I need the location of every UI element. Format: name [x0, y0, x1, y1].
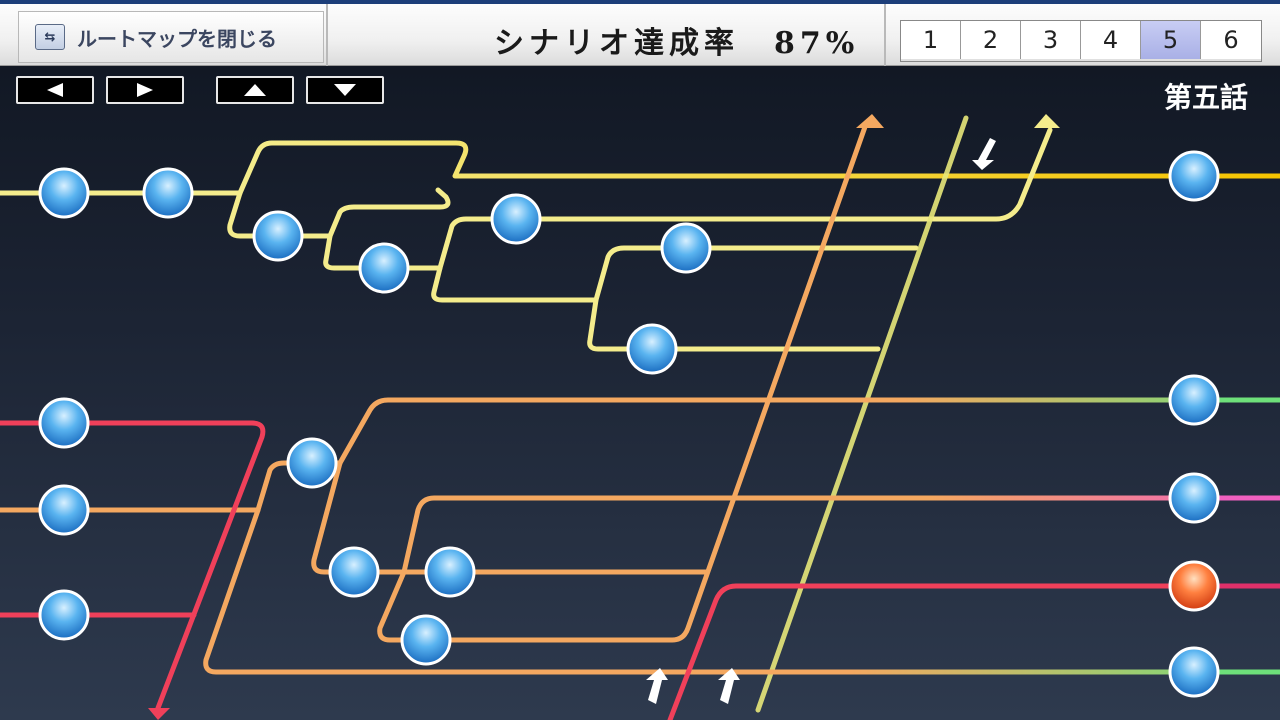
chapter-tab-3[interactable]: 3: [1021, 21, 1081, 59]
chapter-tab-2[interactable]: 2: [961, 21, 1021, 59]
route-node[interactable]: [1168, 374, 1220, 426]
route-node-current[interactable]: [1168, 560, 1220, 612]
route-node[interactable]: [660, 222, 712, 274]
chapter-tab-1[interactable]: 1: [901, 21, 961, 59]
divider: [884, 4, 886, 66]
route-node[interactable]: [626, 323, 678, 375]
route-arrow-icon: [148, 708, 170, 720]
route-node[interactable]: [328, 546, 380, 598]
route-node[interactable]: [38, 589, 90, 641]
route-node[interactable]: [38, 397, 90, 449]
route-map-icon: ⇆: [35, 24, 65, 50]
route-node[interactable]: [1168, 646, 1220, 698]
top-bar: ⇆ ルートマップを閉じる シナリオ達成率 87% 1 2 3 4 5 6: [0, 0, 1280, 66]
route-node[interactable]: [1168, 472, 1220, 524]
route-node[interactable]: [490, 193, 542, 245]
route-arrow-icon: [1034, 114, 1060, 128]
divider: [326, 4, 328, 66]
route-node[interactable]: [38, 484, 90, 536]
down-arrow-icon: [972, 138, 996, 170]
white-arrow-icons: [646, 138, 996, 704]
route-map: [0, 114, 1280, 720]
route-node[interactable]: [358, 242, 410, 294]
chapter-tab-6[interactable]: 6: [1201, 21, 1261, 59]
route-node[interactable]: [286, 437, 338, 489]
route-node[interactable]: [424, 546, 476, 598]
close-button-label: ルートマップを閉じる: [77, 26, 277, 51]
route-node[interactable]: [142, 167, 194, 219]
scenario-completion-rate: シナリオ達成率 87%: [494, 26, 860, 61]
route-arrow-icon: [856, 114, 884, 128]
chapter-tabs: 1 2 3 4 5 6: [900, 20, 1262, 62]
chapter-tab-5[interactable]: 5: [1141, 21, 1201, 59]
chapter-tab-4[interactable]: 4: [1081, 21, 1141, 59]
route-node[interactable]: [1168, 150, 1220, 202]
close-route-map-button[interactable]: ⇆ ルートマップを閉じる: [18, 11, 324, 63]
route-node[interactable]: [400, 614, 452, 666]
route-node[interactable]: [252, 210, 304, 262]
route-node[interactable]: [38, 167, 90, 219]
